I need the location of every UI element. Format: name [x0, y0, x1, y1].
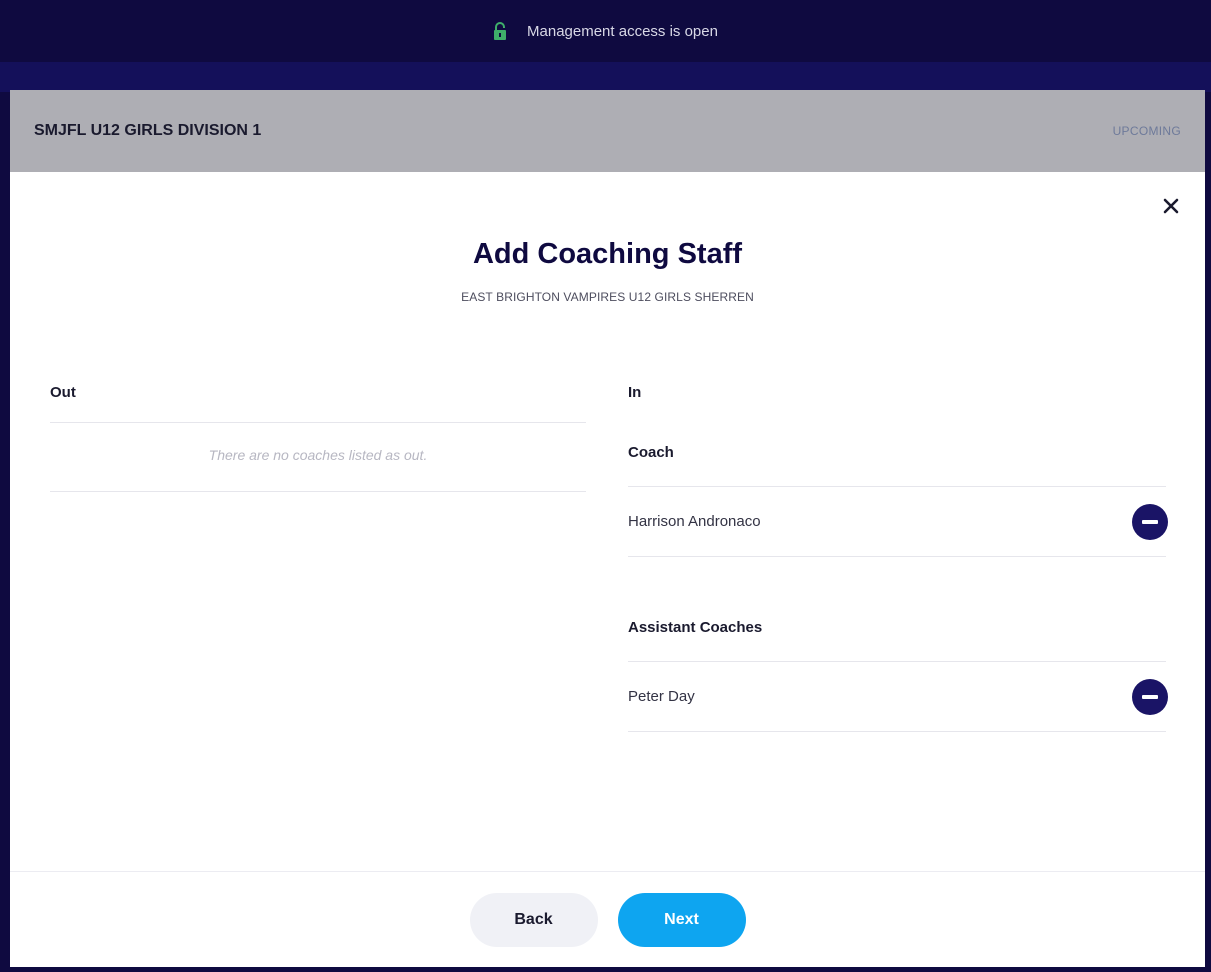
coach-name: Harrison Andronaco: [628, 513, 761, 530]
management-banner: Management access is open: [0, 0, 1211, 62]
modal-title: Add Coaching Staff: [472, 238, 743, 270]
banner-text: Management access is open: [527, 22, 718, 40]
league-header: SMJFL U12 GIRLS DIVISION 1 UPCOMING: [10, 90, 1205, 172]
add-coaching-staff-modal: Add Coaching Staff EAST BRIGHTON VAMPIRE…: [10, 172, 1205, 967]
modal-subtitle: EAST BRIGHTON VAMPIRES U12 GIRLS SHERREN: [461, 290, 754, 304]
assistant-coach-name: Peter Day: [628, 688, 695, 705]
divider: [628, 731, 1166, 732]
assistant-coach-row: Peter Day: [628, 662, 1168, 731]
next-button[interactable]: Next: [617, 892, 746, 947]
out-column: Out There are no coaches listed as out.: [50, 382, 586, 492]
back-button[interactable]: Back: [469, 892, 598, 947]
close-icon[interactable]: [1159, 194, 1183, 218]
modal-footer: Back Next: [10, 871, 1205, 967]
lock-icon: [494, 22, 507, 40]
minus-icon: [1142, 694, 1158, 699]
assistant-coaches-heading: Assistant Coaches: [628, 619, 763, 636]
header-strip: [0, 62, 1211, 92]
in-column: In Coach Harrison Andronaco Assistant Co…: [628, 382, 1168, 732]
remove-coach-button[interactable]: [1132, 503, 1168, 540]
coach-heading: Coach: [628, 444, 674, 461]
divider: [50, 491, 586, 492]
coach-row: Harrison Andronaco: [628, 487, 1168, 556]
empty-out-message: There are no coaches listed as out.: [208, 447, 428, 463]
status-badge: UPCOMING: [1112, 124, 1181, 138]
league-title: SMJFL U12 GIRLS DIVISION 1: [34, 122, 262, 139]
remove-assistant-coach-button[interactable]: [1132, 678, 1168, 715]
minus-icon: [1142, 519, 1158, 524]
in-heading: In: [628, 384, 642, 401]
out-heading: Out: [50, 384, 76, 401]
